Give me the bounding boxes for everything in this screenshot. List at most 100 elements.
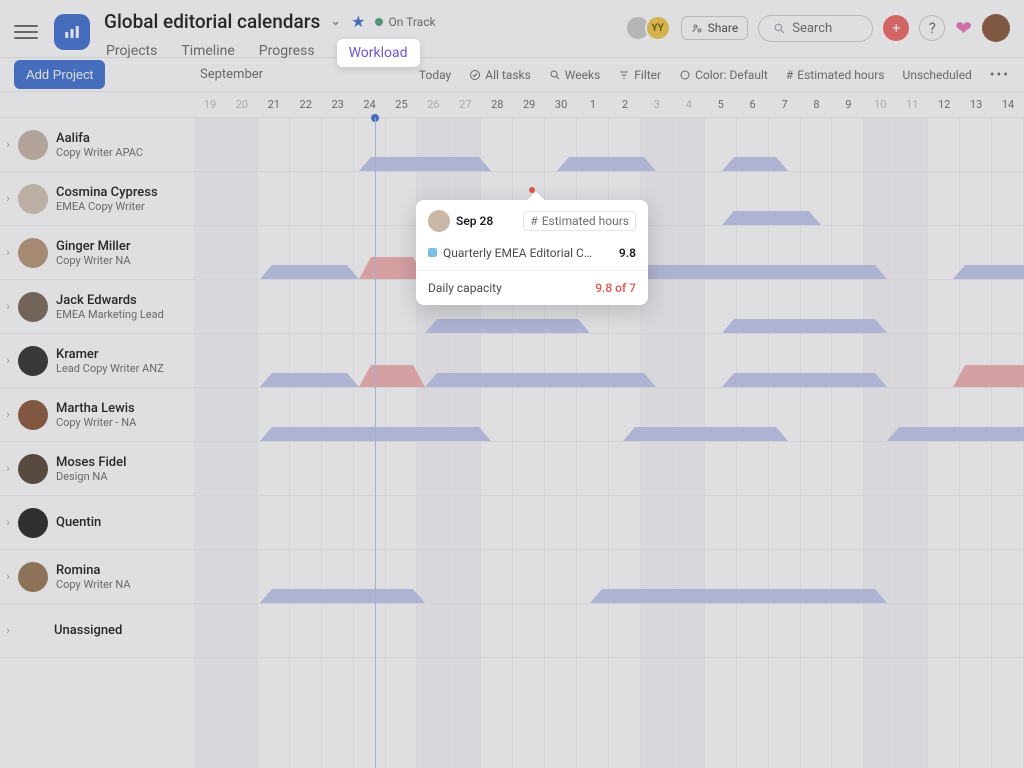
user-avatar[interactable]: [982, 14, 1010, 42]
date-cell: 27: [449, 92, 481, 117]
popover-task-row[interactable]: Quarterly EMEA Editorial C… 9.8: [416, 240, 648, 266]
workload-segment[interactable]: [425, 373, 656, 387]
date-cell: 25: [386, 92, 418, 117]
person-name: Kramer: [56, 347, 164, 362]
avatar: [18, 238, 48, 268]
date-cell: 23: [322, 92, 354, 117]
unassigned-label: Unassigned: [54, 623, 122, 638]
date-cell: 24: [354, 92, 386, 117]
hash-icon: #: [530, 214, 537, 228]
expand-icon[interactable]: ›: [0, 354, 16, 367]
date-header: 1920212223242526272829301234567891011121…: [0, 92, 1024, 118]
avatar: YY: [645, 15, 671, 41]
workload-segment[interactable]: [722, 211, 821, 225]
workload-segment[interactable]: [722, 157, 788, 171]
workload-popover: Sep 28 # Estimated hours Quarterly EMEA …: [416, 200, 648, 305]
workload-segment[interactable]: [953, 265, 1024, 279]
date-cell: 5: [705, 92, 737, 117]
expand-icon[interactable]: ›: [0, 300, 16, 313]
task-color-icon: [428, 248, 437, 257]
person-row: › Moses Fidel Design NA: [0, 442, 1024, 496]
avatar: [18, 454, 48, 484]
avatar: [18, 346, 48, 376]
effort-menu[interactable]: # Estimated hours: [786, 68, 885, 82]
expand-icon[interactable]: ›: [0, 624, 16, 637]
expand-icon[interactable]: ›: [0, 462, 16, 475]
expand-icon[interactable]: ›: [0, 408, 16, 421]
person-role: EMEA Marketing Lead: [56, 308, 164, 321]
workload-segment[interactable]: [722, 373, 887, 387]
share-button[interactable]: Share: [681, 16, 749, 40]
workload-segment[interactable]: [623, 427, 788, 441]
chevron-down-icon[interactable]: ⌄: [330, 14, 341, 29]
date-cell: 30: [545, 92, 577, 117]
tab-workload[interactable]: Workload: [337, 39, 420, 67]
search-icon: [773, 22, 786, 35]
project-icon: [54, 14, 90, 50]
date-cell: 26: [417, 92, 449, 117]
date-cell: 22: [290, 92, 322, 117]
expand-icon[interactable]: ›: [0, 246, 16, 259]
hash-icon: #: [786, 68, 793, 82]
status-badge[interactable]: On Track: [375, 15, 435, 29]
today-button[interactable]: Today: [419, 68, 451, 82]
workload-segment[interactable]: [425, 319, 590, 333]
help-button[interactable]: ?: [919, 15, 945, 41]
all-tasks-filter[interactable]: All tasks: [469, 68, 531, 82]
expand-icon[interactable]: ›: [0, 570, 16, 583]
member-avatars[interactable]: YY: [631, 15, 671, 41]
expand-icon[interactable]: ›: [0, 516, 16, 529]
date-cell: 9: [832, 92, 864, 117]
zoom-weeks[interactable]: Weeks: [549, 68, 600, 82]
add-button[interactable]: +: [883, 15, 909, 41]
workload-segment[interactable]: [260, 589, 425, 603]
filter-icon: [618, 69, 630, 81]
date-cell: 10: [864, 92, 896, 117]
workload-segment[interactable]: [590, 589, 887, 603]
avatar: [18, 184, 48, 214]
date-cell: 1: [577, 92, 609, 117]
workload-segment[interactable]: [260, 373, 359, 387]
date-cell: 6: [737, 92, 769, 117]
more-menu[interactable]: •••: [990, 67, 1010, 83]
date-cell: 3: [641, 92, 673, 117]
filter-button[interactable]: Filter: [618, 68, 661, 82]
avatar: [18, 400, 48, 430]
person-row: › Martha Lewis Copy Writer - NA: [0, 388, 1024, 442]
person-role: Copy Writer - NA: [56, 416, 136, 429]
expand-icon[interactable]: ›: [0, 138, 16, 151]
date-cell: 21: [258, 92, 290, 117]
person-name: Jack Edwards: [56, 293, 164, 308]
workload-segment[interactable]: [359, 157, 491, 171]
today-line: [375, 118, 376, 768]
person-name: Quentin: [56, 515, 101, 530]
workload-segment[interactable]: [887, 427, 1024, 441]
add-project-button[interactable]: Add Project: [14, 60, 105, 89]
date-cell: 4: [673, 92, 705, 117]
search-input[interactable]: Search: [758, 15, 873, 42]
person-name: Moses Fidel: [56, 455, 126, 470]
check-circle-icon: [469, 69, 481, 81]
menu-icon[interactable]: [14, 20, 38, 44]
workload-segment[interactable]: [260, 265, 359, 279]
star-icon[interactable]: ★: [351, 12, 365, 31]
color-icon: [679, 69, 691, 81]
capacity-value: 9.8 of 7: [595, 281, 636, 295]
workload-over-segment[interactable]: [359, 365, 425, 387]
expand-icon[interactable]: ›: [0, 192, 16, 205]
color-menu[interactable]: Color: Default: [679, 68, 768, 82]
date-cell: 12: [928, 92, 960, 117]
avatar: [18, 562, 48, 592]
date-cell: 2: [609, 92, 641, 117]
unscheduled-button[interactable]: Unscheduled: [903, 68, 972, 82]
workload-segment[interactable]: [557, 157, 656, 171]
person-role: Copy Writer APAC: [56, 146, 143, 159]
date-cell: 14: [992, 92, 1024, 117]
workload-segment[interactable]: [722, 319, 887, 333]
popover-date: Sep 28: [456, 214, 493, 228]
avatar: [428, 210, 450, 232]
person-role: Lead Copy Writer ANZ: [56, 362, 164, 375]
effort-chip[interactable]: # Estimated hours: [523, 211, 636, 231]
celebration-icon[interactable]: ❤: [955, 16, 972, 40]
workload-over-segment[interactable]: [953, 365, 1024, 387]
